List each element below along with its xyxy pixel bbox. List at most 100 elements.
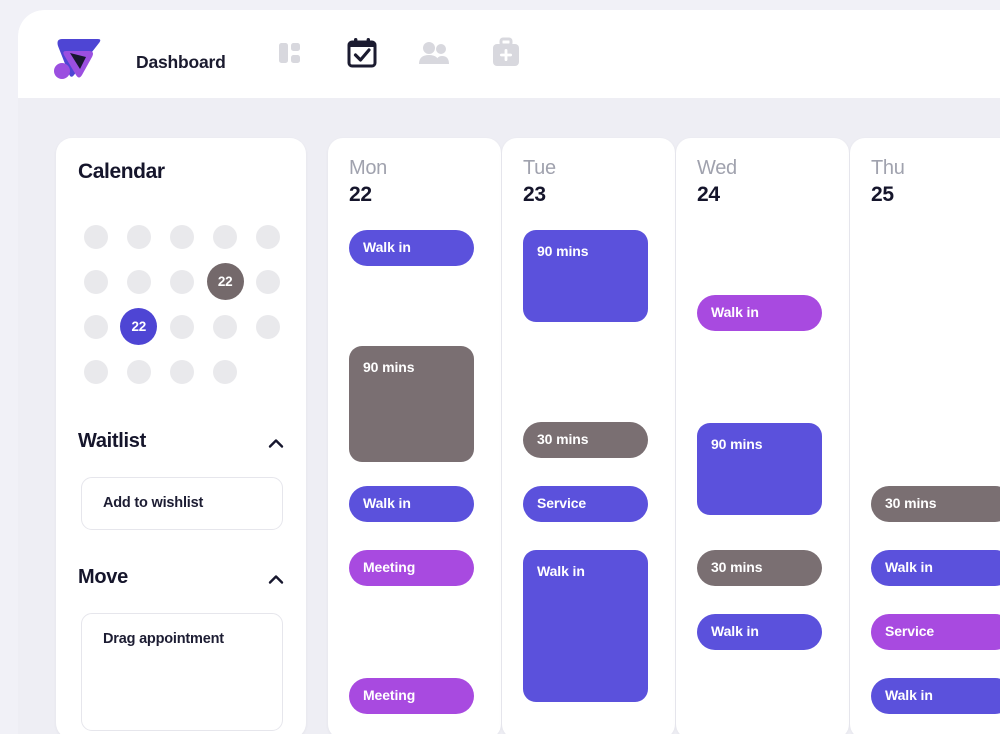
calendar-check-icon [345,36,379,75]
appointment-block[interactable]: 90 mins [697,423,822,515]
page-title: Dashboard [136,52,226,72]
calendar-day-cell[interactable] [160,224,203,249]
appointment-label: Meeting [363,559,416,575]
appointment-block[interactable]: Walk in [349,230,474,266]
appointment-block[interactable]: Service [523,486,648,522]
calendar-day-dot[interactable] [169,359,194,384]
calendar-day-dot[interactable] [213,359,238,384]
appointment-block[interactable]: Meeting [349,550,474,586]
calendar-day-dot[interactable] [83,224,108,249]
calendar-day-dot[interactable] [83,314,108,339]
move-dropzone[interactable]: Drag appointment [81,613,283,731]
day-column-wed[interactable]: Wed 24 Walk in 90 mins 30 mins Walk in [676,138,849,734]
calendar-day-dot[interactable] [126,224,151,249]
app-window: Dashboard Calendar 22 22 Waitlist Add to… [18,10,1000,734]
arrow-logo-icon[interactable] [48,35,104,81]
calendar-day-cell[interactable]: 22 [204,263,247,300]
chevron-up-icon[interactable] [268,572,284,584]
move-label: Move [78,566,128,588]
appointment-block[interactable]: 90 mins [523,230,648,322]
calendar-day-dot[interactable] [126,359,151,384]
calendar-day-dot[interactable] [256,224,281,249]
calendar-day-cell[interactable] [247,269,290,294]
calendar-day-cell[interactable] [74,359,117,384]
calendar-day-dot[interactable] [83,359,108,384]
waitlist-section-header[interactable]: Waitlist [78,430,284,453]
calendar-day-dot[interactable] [169,314,194,339]
sidebar-card: Calendar 22 22 Waitlist Add to wishlist [56,138,306,734]
calendar-day-cell[interactable] [160,269,203,294]
nav-item-patients[interactable] [417,38,451,72]
calendar-week-row: 22 [74,304,290,349]
waitlist-dropzone[interactable]: Add to wishlist [81,477,283,530]
appointment-label: 90 mins [711,436,763,452]
calendar-day-cell[interactable] [74,314,117,339]
day-column-mon[interactable]: Mon 22 Walk in 90 mins Walk in Meeting Meeting [328,138,501,734]
day-events: 30 mins Walk in Service Walk in [850,138,1000,734]
calendar-day-cell[interactable] [204,314,247,339]
calendar-day-cell[interactable] [74,269,117,294]
calendar-empty-slot [256,360,280,384]
calendar-day-selected[interactable]: 22 [120,308,158,345]
appointment-label: 30 mins [711,559,763,575]
calendar-day-dot[interactable] [256,314,281,339]
calendar-week-row [74,214,290,259]
calendar-day-dot[interactable] [126,269,151,294]
appointment-label: 90 mins [363,359,415,375]
appointment-label: 90 mins [537,243,589,259]
appointment-block[interactable]: Meeting [349,678,474,714]
appointment-label: 30 mins [537,431,589,447]
chevron-up-icon[interactable] [268,436,284,448]
day-column-thu[interactable]: Thu 25 30 mins Walk in Service Walk in [850,138,1000,734]
calendar-day-cell[interactable] [117,224,160,249]
appointment-block[interactable]: Walk in [697,295,822,331]
nav-item-dashboard[interactable] [273,38,307,72]
appointment-label: Walk in [363,239,411,255]
calendar-day-cell[interactable] [117,269,160,294]
calendar-day-dot[interactable] [83,269,108,294]
appointment-label: Walk in [363,495,411,511]
screen: Dashboard Calendar 22 22 Waitlist Add to… [0,0,1000,734]
calendar-day-selected[interactable]: 22 [206,263,244,300]
appointment-block[interactable]: Walk in [871,550,1000,586]
medical-briefcase-plus-icon [490,37,522,74]
appointment-label: Walk in [711,623,759,639]
calendar-day-cell[interactable] [117,359,160,384]
appointment-block[interactable]: Walk in [523,550,648,702]
appointment-label: Walk in [885,559,933,575]
calendar-day-dot[interactable] [213,224,238,249]
appointment-block[interactable]: 30 mins [697,550,822,586]
calendar-day-cell[interactable] [204,224,247,249]
day-events: 90 mins 30 mins Service Walk in [502,138,675,734]
calendar-day-cell[interactable] [74,224,117,249]
calendar-day-cell[interactable] [247,314,290,339]
move-section-header[interactable]: Move [78,566,284,589]
calendar-day-dot[interactable] [213,314,238,339]
calendar-day-cell[interactable] [160,314,203,339]
day-events: Walk in 90 mins Walk in Meeting Meeting [328,138,501,734]
day-column-tue[interactable]: Tue 23 90 mins 30 mins Service Walk in [502,138,675,734]
appointment-block[interactable]: 30 mins [523,422,648,458]
appointment-block[interactable]: Service [871,614,1000,650]
appointment-block[interactable]: 30 mins [871,486,1000,522]
calendar-day-cell[interactable] [160,359,203,384]
appointment-block[interactable]: Walk in [697,614,822,650]
appointment-block[interactable]: 90 mins [349,346,474,462]
appointment-label: Walk in [885,687,933,703]
appointment-label: Walk in [537,563,585,579]
nav-item-calendar[interactable] [345,36,379,75]
calendar-day-cell[interactable]: 22 [117,308,160,345]
calendar-day-dot[interactable] [256,269,281,294]
appointment-block[interactable]: Walk in [349,486,474,522]
appointment-block[interactable]: Walk in [871,678,1000,714]
calendar-day-dot[interactable] [169,269,194,294]
appointment-label: Service [885,623,935,639]
people-icon [417,38,451,73]
mini-calendar-grid[interactable]: 22 22 [74,214,290,394]
calendar-day-dot[interactable] [169,224,194,249]
calendar-day-cell[interactable] [204,359,247,384]
nav-item-services[interactable] [489,37,523,74]
calendar-day-cell[interactable] [247,224,290,249]
calendar-day-cell [247,360,290,384]
grid-layout-icon [275,38,305,73]
